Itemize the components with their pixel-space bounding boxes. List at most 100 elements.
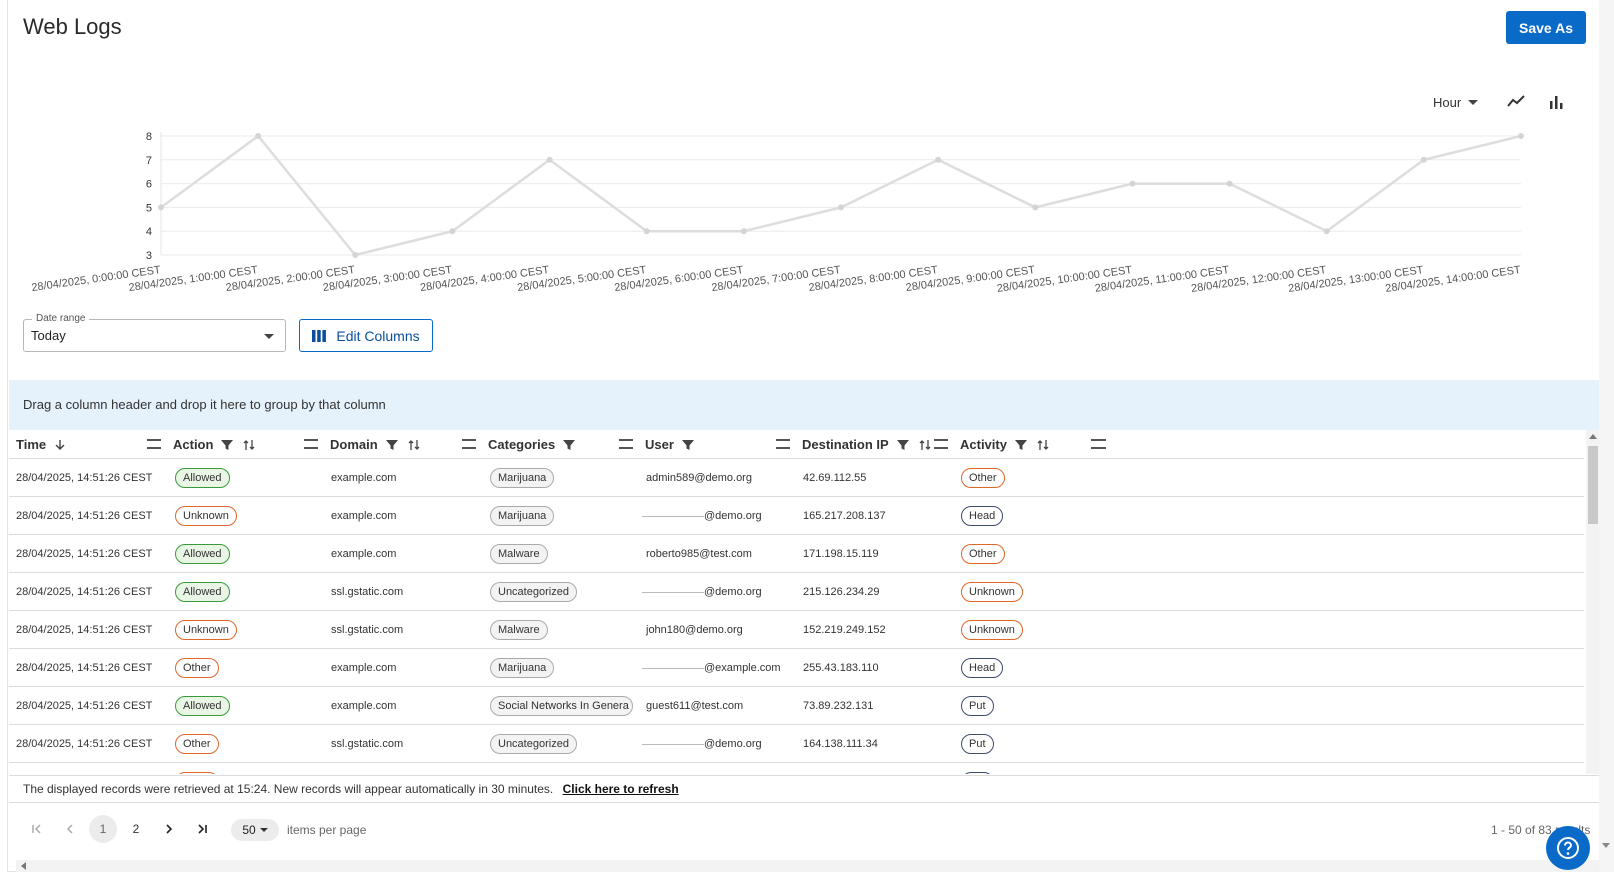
activity-badge: Head xyxy=(961,658,1004,678)
category-badge: Marijuana xyxy=(490,658,555,678)
column-header-activity[interactable]: Activity xyxy=(960,430,1059,459)
table-row[interactable]: Other Put xyxy=(9,763,1584,774)
last-page-button[interactable] xyxy=(188,815,216,843)
table-row[interactable]: 28/04/2025, 14:51:26 CEST Allowed example.… xyxy=(9,459,1584,497)
bar-chart-icon[interactable] xyxy=(1546,92,1566,112)
destination-ip-value: 152.219.249.152 xyxy=(803,624,886,636)
data-point xyxy=(1420,156,1427,163)
user-cell: admin589 @demo.org xyxy=(646,459,752,497)
destination-ip-cell: 73.89.232.131 xyxy=(803,687,873,725)
column-menu-icon[interactable] xyxy=(776,439,790,449)
activity-badge: Put xyxy=(961,734,994,754)
action-badge: Unknown xyxy=(175,506,237,526)
scroll-left-icon[interactable] xyxy=(21,862,26,870)
refresh-link[interactable]: Click here to refresh xyxy=(563,782,679,796)
interval-select[interactable]: Hour xyxy=(1433,95,1479,110)
user-domain: @demo.org xyxy=(685,624,743,636)
y-tick-label: 6 xyxy=(146,179,152,191)
save-as-button[interactable]: Save As xyxy=(1506,11,1586,44)
table-row[interactable]: 28/04/2025, 14:51:26 CEST Allowed example.… xyxy=(9,687,1584,725)
filter-icon[interactable] xyxy=(563,439,576,451)
action-badge: Unknown xyxy=(175,620,237,640)
activity-badge: Unknown xyxy=(961,582,1023,602)
sort-icon[interactable] xyxy=(919,439,931,451)
sort-descending-icon[interactable] xyxy=(54,439,66,451)
action-cell: Allowed xyxy=(175,687,230,725)
next-page-button[interactable] xyxy=(155,815,183,843)
column-menu-icon[interactable] xyxy=(619,439,633,449)
chevron-down-icon xyxy=(1468,99,1479,105)
activity-cell: Put xyxy=(961,763,994,774)
column-header-action[interactable]: Action xyxy=(173,430,265,459)
action-cell: Allowed xyxy=(175,459,230,497)
prev-page-button[interactable] xyxy=(56,815,84,843)
user-domain: @test.com xyxy=(699,548,752,560)
filter-icon[interactable] xyxy=(681,439,694,451)
user-domain: @demo.org xyxy=(704,738,762,750)
help-icon xyxy=(1557,837,1579,859)
page-scrollbar[interactable] xyxy=(1599,0,1614,872)
chevron-right-icon xyxy=(166,824,173,834)
y-tick-label: 4 xyxy=(146,226,152,238)
page-2-button[interactable]: 2 xyxy=(122,815,150,843)
scroll-thumb[interactable] xyxy=(1588,446,1598,524)
column-menu-icon[interactable] xyxy=(147,439,161,449)
category-badge: Marijuana xyxy=(490,506,555,526)
column-header-ip[interactable]: Destination IP xyxy=(802,430,941,459)
column-menu-icon[interactable] xyxy=(1092,439,1106,449)
action-badge: Other xyxy=(175,658,219,678)
activity-cell: Unknown xyxy=(961,573,1023,611)
scroll-down-icon[interactable] xyxy=(1602,843,1610,848)
edit-columns-button[interactable]: Edit Columns xyxy=(299,319,433,352)
scroll-up-icon[interactable] xyxy=(1589,434,1597,439)
table-row[interactable]: 28/04/2025, 14:51:26 CEST Allowed ssl.gsta… xyxy=(9,573,1584,611)
column-menu-icon[interactable] xyxy=(304,439,318,449)
column-title: Activity xyxy=(960,437,1007,452)
activity-badge: Put xyxy=(961,772,994,774)
data-point xyxy=(935,156,942,163)
data-point xyxy=(352,252,359,258)
series-line xyxy=(160,134,1522,257)
items-per-page-select[interactable]: 50 xyxy=(231,819,279,841)
column-menu-icon[interactable] xyxy=(462,439,476,449)
table-row[interactable]: 28/04/2025, 14:51:26 CEST Unknown example.… xyxy=(9,497,1584,535)
time-cell: 28/04/2025, 14:51:26 CEST xyxy=(16,573,152,611)
column-menu-icon[interactable] xyxy=(934,439,948,449)
column-header-time[interactable]: Time xyxy=(16,430,76,459)
help-button[interactable] xyxy=(1546,826,1590,870)
filter-icon[interactable] xyxy=(221,439,234,451)
user-cell: @demo.org xyxy=(642,725,762,763)
filter-icon[interactable] xyxy=(385,439,398,451)
sort-icon[interactable] xyxy=(243,439,255,451)
chevron-left-icon xyxy=(66,824,73,834)
grid-vertical-scrollbar[interactable] xyxy=(1586,430,1600,774)
table-row[interactable]: 28/04/2025, 14:51:26 CEST Other ssl.gstati… xyxy=(9,725,1584,763)
column-title: Time xyxy=(16,437,47,452)
sort-icon[interactable] xyxy=(408,439,420,451)
sort-icon[interactable] xyxy=(1037,439,1049,451)
column-header-domain[interactable]: Domain xyxy=(330,430,430,459)
first-page-icon xyxy=(32,824,41,834)
action-cell: Other xyxy=(175,725,219,763)
user-name: roberto985 xyxy=(646,548,700,560)
filter-icon[interactable] xyxy=(1014,439,1027,451)
table-row[interactable]: 28/04/2025, 14:51:26 CEST Other example.co… xyxy=(9,649,1584,687)
destination-ip-value: 165.217.208.137 xyxy=(803,510,886,522)
date-range-select[interactable]: Date range Today xyxy=(23,313,286,352)
data-point xyxy=(1032,204,1039,211)
category-cell: Uncategorized xyxy=(490,725,577,763)
action-cell: Unknown xyxy=(175,497,237,535)
group-by-drop-zone[interactable]: Drag a column header and drop it here to… xyxy=(9,380,1599,430)
table-row[interactable]: 28/04/2025, 14:51:26 CEST Unknown ssl.gsta… xyxy=(9,611,1584,649)
page-1-button[interactable]: 1 xyxy=(89,815,117,843)
column-header-user[interactable]: User xyxy=(645,430,704,459)
table-row[interactable]: 28/04/2025, 14:51:26 CEST Allowed example.… xyxy=(9,535,1584,573)
items-per-page-label: items per page xyxy=(287,823,367,837)
grid-horizontal-scrollbar[interactable] xyxy=(16,860,1599,872)
date-range-value: Today xyxy=(31,328,66,343)
line-chart-icon[interactable] xyxy=(1506,92,1526,112)
first-page-button[interactable] xyxy=(23,815,51,843)
time-cell: 28/04/2025, 14:51:26 CEST xyxy=(16,649,152,687)
filter-icon[interactable] xyxy=(896,439,909,451)
column-header-category[interactable]: Categories xyxy=(488,430,585,459)
